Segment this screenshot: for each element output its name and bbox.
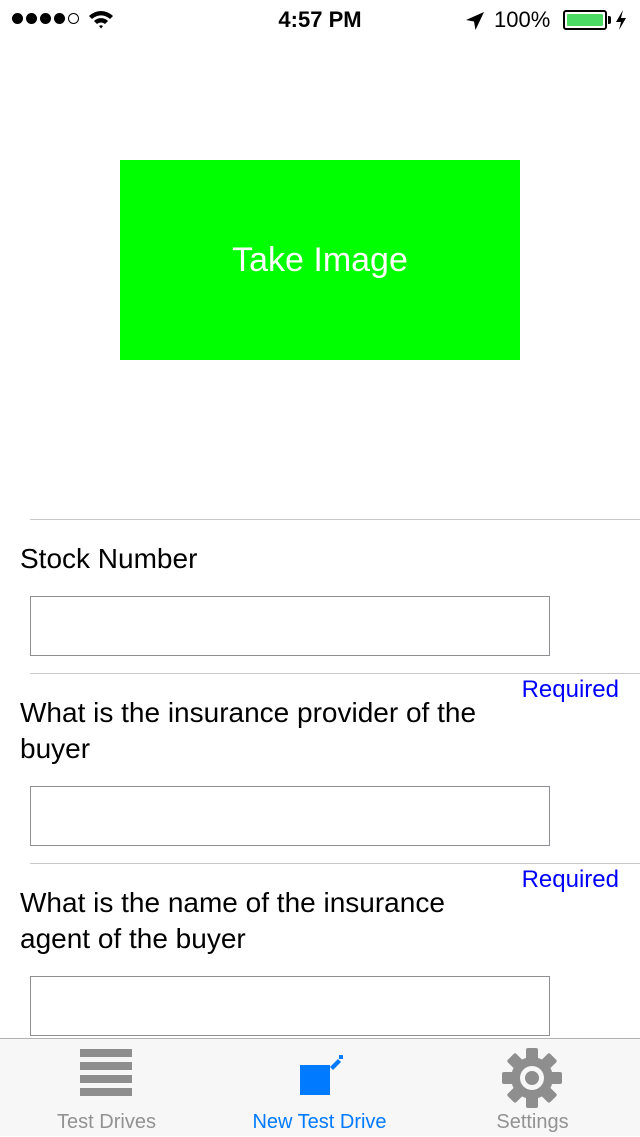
tab-test-drives[interactable]: Test Drives [0,1039,213,1137]
battery-icon [563,10,607,30]
divider [30,863,640,864]
required-label: Required [521,676,619,703]
status-bar: 4:57 PM 100% [0,0,640,40]
new-test-drive-icon [300,1055,343,1095]
battery-nub [608,16,611,24]
tab-label-test-drives: Test Drives [57,1111,156,1133]
location-arrow-icon [466,12,484,30]
required-label: Required [521,866,619,893]
field-label-stock-number: Stock Number [20,543,198,574]
tab-label-settings: Settings [496,1111,569,1133]
field-label-insurance-agent: What is the name of the insurance agent … [20,887,445,954]
field-label-insurance-provider: What is the insurance provider of the bu… [20,697,477,764]
take-image-button[interactable]: Take Image [120,160,520,360]
insurance-agent-input[interactable] [30,976,550,1036]
battery-percentage: 100% [494,7,551,32]
tab-bar: Test Drives New Test Drive Settings [0,1038,640,1136]
stock-number-input[interactable] [30,596,550,656]
divider [30,519,640,520]
charging-bolt-icon [616,10,626,30]
insurance-provider-input[interactable] [30,786,550,846]
list-icon [80,1049,132,1096]
take-image-label: Take Image [232,240,408,279]
gear-icon [502,1048,562,1108]
tab-settings[interactable]: Settings [426,1039,639,1137]
tab-new-test-drive[interactable]: New Test Drive [213,1039,426,1137]
divider [30,673,640,674]
tab-label-new-test-drive: New Test Drive [252,1111,387,1133]
